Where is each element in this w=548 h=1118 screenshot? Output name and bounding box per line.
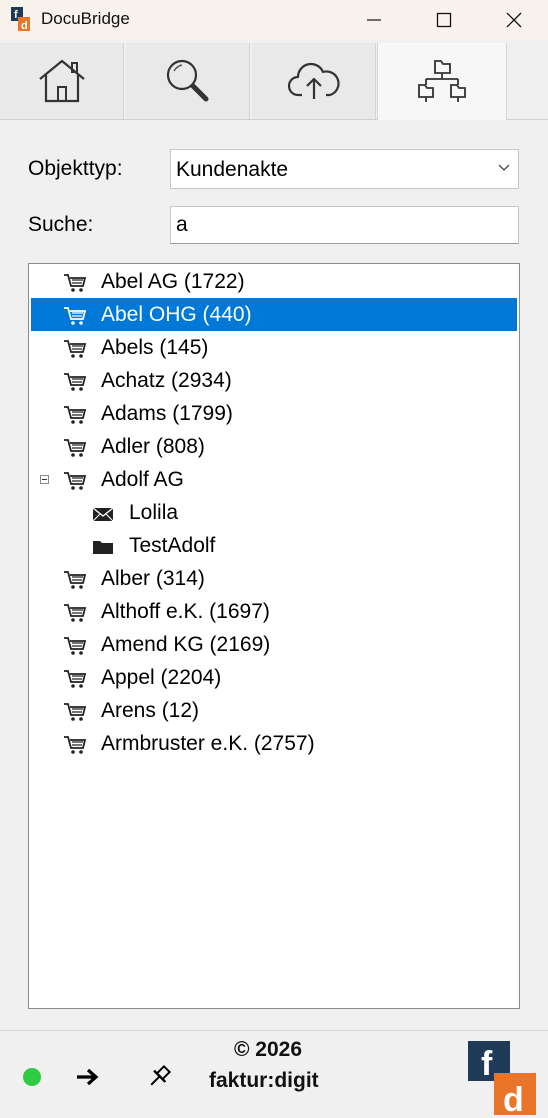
svg-text:d: d (503, 1081, 524, 1115)
maximize-icon (436, 12, 452, 28)
maximize-button[interactable] (409, 0, 479, 40)
tree-item[interactable]: Adams (1799) (29, 397, 517, 430)
svg-text:f: f (14, 9, 18, 21)
tab-structure[interactable] (377, 43, 507, 120)
tree-item[interactable]: Amend KG (2169) (29, 628, 517, 661)
svg-text:f: f (481, 1045, 493, 1083)
tab-bar (0, 43, 548, 120)
tree-item-label: Arens (12) (101, 699, 200, 722)
tree-item-label: Abel OHG (440) (101, 303, 252, 326)
faktur-digit-logo: f d (468, 1041, 536, 1115)
window-title: DocuBridge (41, 9, 130, 28)
tab-search[interactable] (126, 43, 250, 119)
tree-item-label: Abel AG (1722) (101, 270, 245, 293)
tree-item[interactable]: Appel (2204) (29, 661, 517, 694)
tree-item-label: Adolf AG (101, 468, 184, 491)
svg-text:d: d (21, 20, 28, 31)
tree-item-label: Althoff e.K. (1697) (101, 600, 270, 623)
cart-icon (63, 702, 87, 727)
tree-item-label: TestAdolf (129, 534, 216, 557)
tree-item-label: Appel (2204) (101, 666, 222, 689)
company-name: faktur:digit (209, 1069, 319, 1092)
cloud-upload-icon (287, 62, 340, 99)
folder-icon (92, 539, 114, 560)
objekttyp-dropdown[interactable]: Kundenakte (170, 149, 519, 189)
cart-icon (63, 603, 87, 628)
tree-item[interactable]: Adler (808) (29, 430, 517, 463)
cart-icon (63, 636, 87, 661)
cart-icon (63, 438, 87, 463)
tree-item[interactable]: Abel OHG (440) (31, 298, 517, 331)
connection-status-indicator (23, 1068, 41, 1086)
app-logo-icon: f d (11, 7, 30, 31)
magnifier-icon (166, 59, 208, 102)
tree-item[interactable]: Adolf AG (29, 463, 517, 496)
chevron-down-icon (498, 164, 510, 171)
tree-item-label: Alber (314) (101, 567, 205, 590)
tree-item-label: Adams (1799) (101, 402, 233, 425)
tree-item[interactable]: Alber (314) (29, 562, 517, 595)
folder-tree-icon (418, 59, 466, 102)
title-bar: f d DocuBridge (0, 0, 548, 40)
tree-item[interactable]: TestAdolf (29, 529, 517, 562)
envelope-icon (92, 506, 114, 527)
cart-icon (63, 669, 87, 694)
tree-item[interactable]: Althoff e.K. (1697) (29, 595, 517, 628)
tree-item[interactable]: Arens (12) (29, 694, 517, 727)
cart-icon (63, 405, 87, 430)
search-input[interactable] (170, 206, 519, 244)
cart-icon (63, 306, 87, 331)
cart-icon (63, 273, 87, 298)
tree-item-label: Adler (808) (101, 435, 205, 458)
customer-tree[interactable]: Abel AG (1722) Abel OHG (440) Abels (145) A… (28, 263, 520, 1009)
tree-item[interactable]: Abels (145) (29, 331, 517, 364)
tree-item-label: Achatz (2934) (101, 369, 232, 392)
tree-item-label: Amend KG (2169) (101, 633, 271, 656)
close-icon (506, 12, 522, 28)
tree-item[interactable]: Achatz (2934) (29, 364, 517, 397)
tab-upload[interactable] (252, 43, 376, 119)
tree-item[interactable]: Armbruster e.K. (2757) (29, 727, 517, 760)
objekttyp-selected-value: Kundenakte (176, 158, 289, 181)
collapse-toggle[interactable] (40, 475, 49, 484)
cart-icon (63, 735, 87, 760)
tab-home[interactable] (0, 43, 124, 119)
tree-item[interactable]: Lolila (29, 496, 517, 529)
copyright-text: © 2026 (234, 1038, 303, 1061)
pin-icon[interactable] (146, 1064, 172, 1090)
home-icon (38, 59, 85, 103)
tree-item-label: Armbruster e.K. (2757) (101, 732, 315, 755)
objekttyp-label: Objekttyp: (28, 157, 123, 180)
suche-label: Suche: (28, 213, 94, 236)
minimize-button[interactable] (339, 0, 409, 40)
cart-icon (63, 570, 87, 595)
close-button[interactable] (479, 0, 548, 40)
cart-icon (63, 471, 87, 496)
tree-item[interactable]: Abel AG (1722) (29, 265, 517, 298)
cart-icon (63, 372, 87, 397)
cart-icon (63, 339, 87, 364)
tree-item-label: Lolila (129, 501, 179, 524)
tree-item-label: Abels (145) (101, 336, 209, 359)
arrow-right-icon[interactable] (75, 1067, 101, 1087)
minimize-icon (367, 19, 381, 21)
